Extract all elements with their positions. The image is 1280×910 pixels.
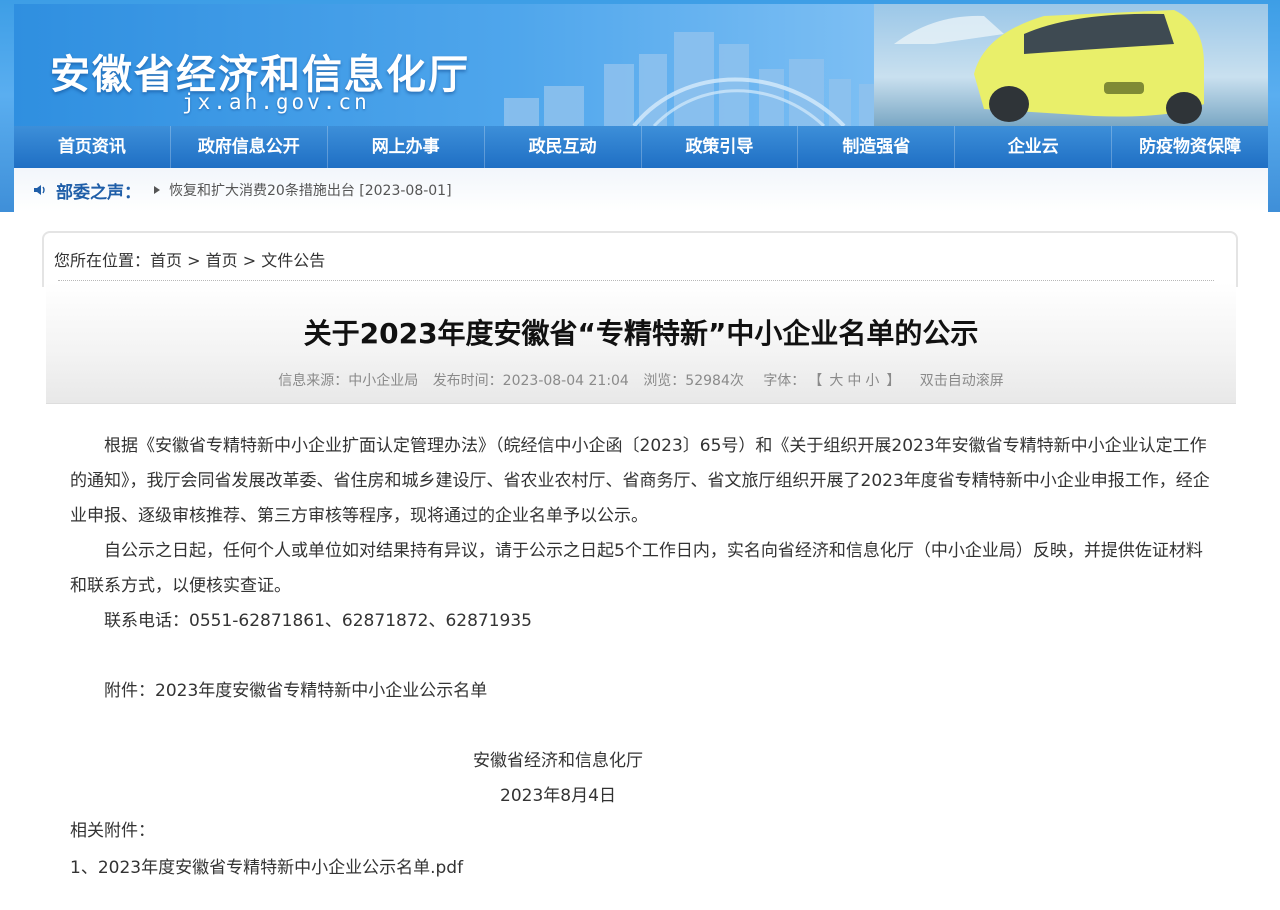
notice-link[interactable]: 恢复和扩大消费20条措施出台 [2023-08-01] bbox=[169, 180, 452, 200]
article-title: 关于2023年度安徽省“专精特新”中小企业名单的公示 bbox=[303, 317, 979, 350]
nav-item-home[interactable]: 首页资讯 bbox=[14, 126, 171, 168]
article-body: 根据《安徽省专精特新中小企业扩面认定管理办法》（皖经信中小企函〔2023〕65号… bbox=[70, 429, 1216, 886]
breadcrumb-home-link-2[interactable]: 首页 bbox=[206, 251, 238, 270]
article-meta: 信息来源：中小企业局 发布时间：2023-08-04 21:04 浏览：5298… bbox=[46, 370, 1236, 390]
site-domain: jx.ah.gov.cn bbox=[182, 90, 370, 114]
meta-font-size-control: 字体： 【大中小】 bbox=[758, 373, 905, 389]
car-photo bbox=[874, 4, 1268, 126]
breadcrumb-box: 您所在位置：首页 > 首页 > 文件公告 bbox=[42, 231, 1238, 287]
site-header-banner: 安徽省经济和信息化厅 jx.ah.gov.cn bbox=[14, 4, 1268, 126]
font-medium-button[interactable]: 中 bbox=[847, 373, 861, 389]
nav-item-online-services[interactable]: 网上办事 bbox=[328, 126, 485, 168]
font-large-button[interactable]: 大 bbox=[829, 373, 843, 389]
nav-item-gov-info[interactable]: 政府信息公开 bbox=[171, 126, 328, 168]
nav-item-epidemic-supplies[interactable]: 防疫物资保障 bbox=[1112, 126, 1268, 168]
related-attachments-heading: 相关附件： bbox=[70, 821, 155, 841]
breadcrumb-notices-link[interactable]: 文件公告 bbox=[261, 251, 325, 270]
nav-item-enterprise-cloud[interactable]: 企业云 bbox=[955, 126, 1113, 168]
meta-font-bracket-close: 】 bbox=[886, 373, 901, 389]
content-panel: 您所在位置：首页 > 首页 > 文件公告 关于2023年度安徽省“专精特新”中小… bbox=[14, 212, 1268, 910]
breadcrumb-separator: > bbox=[237, 251, 262, 270]
meta-autoscroll: 双击自动滚屏 bbox=[919, 373, 1004, 389]
speaker-icon bbox=[34, 185, 45, 195]
meta-font-label: 字体： bbox=[763, 373, 806, 389]
triangle-right-icon bbox=[154, 186, 160, 194]
nav-item-policy[interactable]: 政策引导 bbox=[642, 126, 799, 168]
meta-font-bracket-open: 【 bbox=[815, 373, 823, 389]
meta-source: 信息来源：中小企业局 bbox=[278, 373, 419, 389]
font-small-button[interactable]: 小 bbox=[865, 373, 879, 389]
breadcrumb-home-link[interactable]: 首页 bbox=[150, 251, 182, 270]
nav-item-interaction[interactable]: 政民互动 bbox=[485, 126, 642, 168]
meta-views: 浏览：52984次 bbox=[643, 373, 744, 389]
signature-date: 2023年8月4日 bbox=[500, 786, 616, 806]
notice-title: 部委之声： bbox=[56, 182, 141, 203]
signature-org: 安徽省经济和信息化厅 bbox=[473, 751, 643, 771]
nav-item-manufacturing[interactable]: 制造强省 bbox=[798, 126, 956, 168]
main-nav: 首页资讯 政府信息公开 网上办事 政民互动 政策引导 制造强省 企业云 防疫物资… bbox=[14, 126, 1268, 168]
breadcrumb-prefix: 您所在位置： bbox=[54, 251, 151, 270]
breadcrumb-separator: > bbox=[182, 251, 206, 270]
car-illustration bbox=[894, 10, 1204, 124]
attachment-note: 附件：2023年度安徽省专精特新中小企业公示名单 bbox=[104, 681, 488, 701]
notice-bar: 部委之声： 恢复和扩大消费20条措施出台 [2023-08-01] bbox=[14, 168, 1268, 212]
attachment-pdf-link[interactable]: 1、2023年度安徽省专精特新中小企业公示名单.pdf bbox=[70, 851, 1216, 886]
breadcrumb: 您所在位置：首页 > 首页 > 文件公告 bbox=[54, 247, 325, 271]
meta-date: 发布时间：2023-08-04 21:04 bbox=[432, 373, 629, 389]
article-header: 关于2023年度安徽省“专精特新”中小企业名单的公示 信息来源：中小企业局 发布… bbox=[46, 282, 1236, 404]
contact-phone: 联系电话：0551-62871861、62871872、62871935 bbox=[104, 611, 532, 631]
body-paragraph-1: 根据《安徽省专精特新中小企业扩面认定管理办法》（皖经信中小企函〔2023〕65号… bbox=[70, 436, 1210, 526]
dotted-divider bbox=[58, 280, 1214, 281]
body-paragraph-2: 自公示之日起，任何个人或单位如对结果持有异议，请于公示之日起5个工作日内，实名向… bbox=[70, 541, 1203, 596]
